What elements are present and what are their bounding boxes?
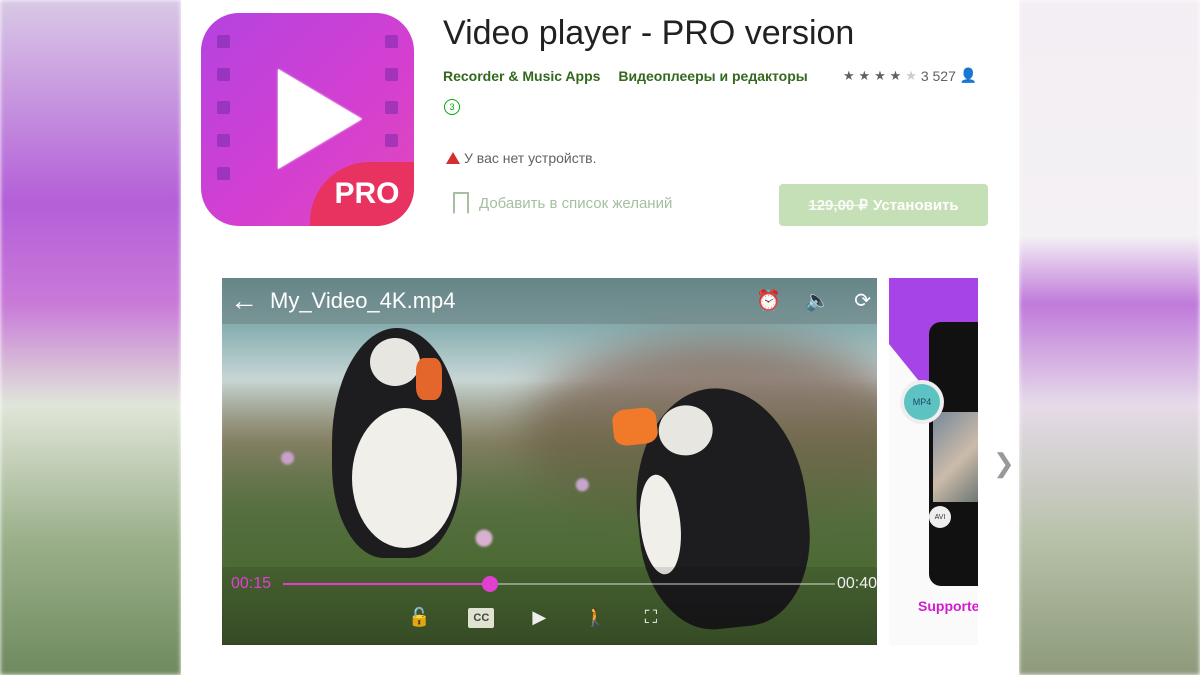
avi-badge: AVI xyxy=(929,506,951,528)
film-holes-left xyxy=(217,35,230,200)
install-label: Установить xyxy=(872,196,959,214)
screenshot-formats[interactable]: MP4 AVI Supporte xyxy=(889,278,978,645)
cc-icon[interactable]: CC xyxy=(468,607,495,628)
star-icon: ★ xyxy=(843,68,855,83)
alarm-clock-icon[interactable]: ⏰ xyxy=(756,288,781,313)
video-filename: My_Video_4K.mp4 xyxy=(270,288,456,313)
person-icon: 👤 xyxy=(959,67,978,83)
unlock-icon[interactable]: 🔓 xyxy=(408,607,430,628)
blurred-background-left xyxy=(0,0,181,675)
play-icon xyxy=(278,69,362,169)
mp4-badge: MP4 xyxy=(904,384,940,420)
age-rating-badge[interactable]: 3 xyxy=(444,99,460,115)
bookmark-add-icon xyxy=(453,192,469,214)
wishlist-button[interactable]: Добавить в список желаний xyxy=(453,192,672,214)
volume-icon[interactable]: 🔈 xyxy=(805,288,830,313)
video-top-bar: ← My_Video_4K.mp4 ⏰ 🔈 ⟳ xyxy=(222,278,877,324)
old-price: 129,00 ₽ xyxy=(808,197,868,214)
install-button[interactable]: 129,00 ₽ Установить xyxy=(779,184,988,226)
puffin-left xyxy=(332,328,462,558)
fullscreen-icon[interactable]: ⛶ xyxy=(645,607,658,628)
star-icon: ★ xyxy=(858,68,871,83)
screenshot-video-player[interactable]: ← My_Video_4K.mp4 ⏰ 🔈 ⟳ 00:15 00:40 🔓 CC… xyxy=(222,278,877,645)
rotate-screen-icon[interactable]: ⟳ xyxy=(854,288,871,313)
phone-mockup xyxy=(929,322,978,586)
app-icon: PRO xyxy=(201,13,414,226)
current-time: 00:15 xyxy=(231,575,272,592)
play-icon[interactable]: ▶ xyxy=(532,607,546,628)
app-meta: Recorder & Music Apps Видеоплееры и реда… xyxy=(443,68,808,84)
star-empty-icon: ★ xyxy=(905,68,917,83)
rating: ★ ★ ★ ★ ★ 3 527 👤 xyxy=(843,67,977,84)
warning-icon xyxy=(446,152,460,164)
total-time: 00:40 xyxy=(836,575,877,592)
pro-badge: PRO xyxy=(310,162,414,226)
device-warning-text: У вас нет устройств. xyxy=(464,150,597,166)
device-warning: У вас нет устройств. xyxy=(446,150,596,166)
blurred-background-right xyxy=(1019,0,1200,675)
chevron-right-icon[interactable]: ❯ xyxy=(993,448,1015,479)
wishlist-label: Добавить в список желаний xyxy=(479,194,673,212)
seek-bar[interactable] xyxy=(283,576,835,592)
walking-person-icon[interactable]: 🚶 xyxy=(584,607,606,628)
developer-link[interactable]: Recorder & Music Apps xyxy=(443,68,600,84)
video-controls: 00:15 00:40 🔓 CC ▶ 🚶 ⛶ xyxy=(222,567,877,645)
back-arrow-icon[interactable]: ← xyxy=(230,285,258,317)
screenshot-caption: Supporte xyxy=(918,598,978,614)
star-icon: ★ xyxy=(874,68,886,83)
app-title: Video player - PRO version xyxy=(443,14,855,52)
seek-bar-thumb[interactable] xyxy=(482,576,498,592)
star-icon: ★ xyxy=(889,68,902,83)
rating-count: 3 527 xyxy=(920,67,956,84)
category-link[interactable]: Видеоплееры и редакторы xyxy=(618,68,807,84)
seek-bar-fill xyxy=(283,583,490,585)
film-holes-right xyxy=(385,35,398,167)
rating-stars: ★ ★ ★ ★ ★ xyxy=(843,67,917,84)
